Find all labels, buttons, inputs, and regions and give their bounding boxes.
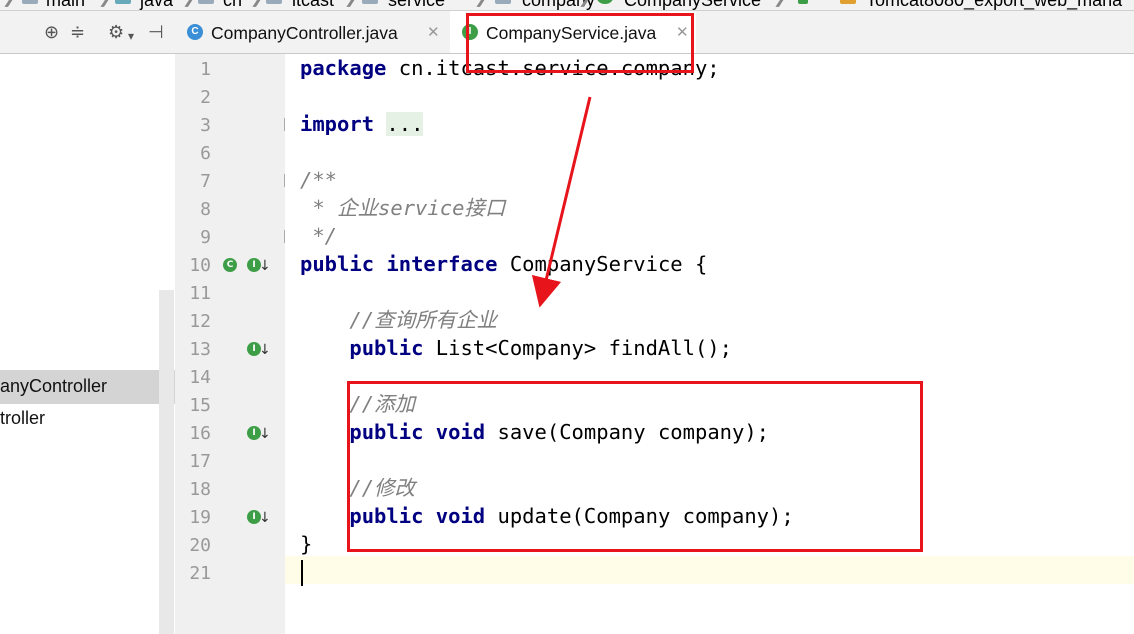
keyword: public: [349, 336, 424, 360]
code-line-9: */: [300, 224, 338, 248]
line-number: 17: [189, 451, 211, 472]
breadcrumb-itcast[interactable]: itcast: [292, 0, 334, 10]
code-line-20: }: [300, 532, 313, 556]
tree-item-label: anyController: [0, 376, 108, 396]
run-config-select[interactable]: Tomcat8080_export_web_mana: [866, 0, 1122, 10]
scrollbar[interactable]: [159, 290, 174, 634]
package-icon: [495, 0, 511, 4]
code-text: CompanyService {: [497, 252, 708, 276]
chevron-down-icon[interactable]: ▾: [128, 27, 134, 45]
code-text: List<Company> findAll();: [423, 336, 732, 360]
line-number: 16: [189, 423, 211, 444]
line-number: 7: [200, 171, 211, 192]
text-caret: [301, 560, 303, 586]
arrow-down-icon: ↓: [259, 426, 271, 442]
line-number: 1: [200, 59, 211, 80]
code-line-7: /**: [300, 168, 338, 192]
separator: ❯: [344, 0, 357, 8]
folder-icon: [115, 0, 131, 4]
breadcrumb-service[interactable]: service: [388, 0, 445, 10]
annotation-box-methods: [347, 381, 923, 552]
line-number: 2: [200, 87, 211, 108]
line-number: 13: [189, 339, 211, 360]
tree-item-selected[interactable]: anyController: [0, 370, 175, 404]
line-number: 8: [200, 199, 211, 220]
line-number: 12: [189, 311, 211, 332]
breadcrumb: ❯ main ❯ java ❯ cn ❯ itcast ❯ service ❯ …: [0, 0, 1134, 11]
tree-item[interactable]: troller: [0, 408, 45, 429]
code-line-13: public List<Company> findAll();: [300, 334, 732, 362]
interface-icon: [597, 0, 613, 4]
code-line-10: public interface CompanyService {: [300, 250, 707, 278]
tree-item-label: troller: [0, 408, 46, 428]
package-icon: [198, 0, 214, 4]
separator: ❯: [578, 0, 591, 8]
separator: ❯: [773, 0, 786, 8]
line-number: 20: [189, 535, 211, 556]
class-icon: C: [187, 24, 203, 40]
line-number: 3: [200, 115, 211, 136]
line-number: 11: [189, 283, 211, 304]
vcs-icon[interactable]: [798, 0, 808, 4]
crosshair-icon[interactable]: ⊕: [44, 23, 59, 41]
line-number: 9: [200, 227, 211, 248]
close-icon[interactable]: ✕: [427, 23, 440, 41]
line-number: 15: [189, 395, 211, 416]
separator: ❯: [182, 0, 195, 8]
line-number: 6: [200, 143, 211, 164]
tomcat-icon: [840, 0, 856, 4]
gutter: 1 2 3 6 7 8 9 10 11 12 13 14 15 16 17 18…: [175, 54, 297, 634]
tab-companycontroller[interactable]: C CompanyController.java ✕: [177, 11, 447, 53]
line-number: 18: [189, 479, 211, 500]
line-number: 21: [189, 563, 211, 584]
breadcrumb-java[interactable]: java: [140, 0, 173, 10]
current-line-highlight: [285, 556, 1134, 584]
breadcrumb-companyservice[interactable]: CompanyService: [624, 0, 761, 10]
line-number: 14: [189, 367, 211, 388]
separator: ❯: [98, 0, 111, 8]
code-line-8: * 企业service接口: [300, 196, 506, 220]
arrow-down-icon: ↓: [259, 258, 271, 274]
breadcrumb-cn[interactable]: cn: [223, 0, 242, 10]
code-line-12: //查询所有企业: [300, 308, 498, 332]
keyword: package: [300, 56, 387, 80]
keyword: public: [300, 252, 375, 276]
tab-label: CompanyController.java: [211, 23, 398, 43]
line-number: 10: [189, 255, 211, 276]
arrow-down-icon: ↓: [259, 342, 271, 358]
collapse-icon[interactable]: ≑: [70, 23, 85, 41]
separator: ❯: [474, 0, 487, 8]
arrow-down-icon: ↓: [259, 510, 271, 526]
keyword: interface: [386, 252, 498, 276]
line-number: 19: [189, 507, 211, 528]
implemented-icon[interactable]: C: [223, 258, 237, 272]
annotation-box-tab: [466, 13, 694, 73]
separator: ❯: [250, 0, 263, 8]
keyword: import: [300, 112, 375, 136]
project-tree: anyController troller: [0, 54, 176, 634]
folded-imports[interactable]: ...: [386, 112, 424, 136]
gear-icon[interactable]: ⚙: [108, 23, 124, 41]
hide-panel-icon[interactable]: ⊣: [148, 23, 164, 41]
breadcrumb-main[interactable]: main: [46, 0, 85, 10]
package-icon: [266, 0, 282, 4]
separator: ❯: [2, 0, 15, 8]
folder-icon: [22, 0, 38, 4]
code-line-3: import ...: [300, 110, 424, 138]
package-icon: [362, 0, 378, 4]
